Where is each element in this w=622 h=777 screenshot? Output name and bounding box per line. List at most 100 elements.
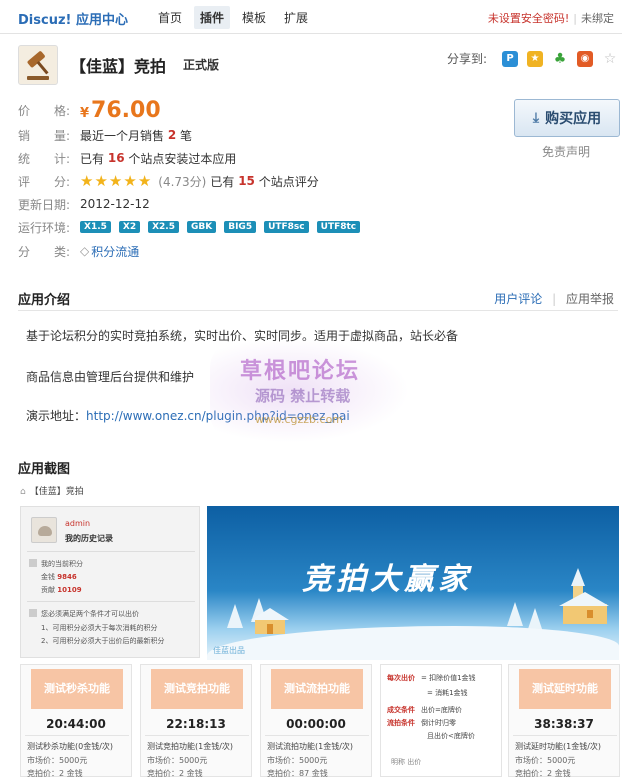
rating-row: 评分: ★ ★ ★ ★ ★ (4.73分) 已有 15 个站点评分 — [18, 171, 319, 190]
watermark: 草根吧论坛 源码 禁止转载 www.cgzzb.com — [200, 333, 415, 443]
auction-card: 测试流拍功能 00:00:00 测试流拍功能(1金钱/次) 市场价：5000元 … — [260, 664, 372, 777]
demo-link[interactable]: http://www.onez.cn/plugin.php?id=onez_pa… — [86, 409, 350, 423]
watermark-text: 源码 禁止转载 — [255, 387, 351, 405]
top-navigation-bar: Discuz! 应用中心 首页 插件 模板 扩展 未设置安全密码! | 未绑定 — [0, 0, 622, 34]
rating-stars: ★ ★ ★ ★ ★ — [80, 171, 152, 190]
banner-title: 竞拍大赢家 — [302, 562, 472, 597]
demo-paragraph: 演示地址：http://www.onez.cn/plugin.php?id=on… — [26, 409, 350, 423]
tag-icon: ◇ — [80, 244, 90, 258]
star-icon: ★ — [137, 171, 152, 190]
intro-paragraph: 基于论坛积分的实时竞拍系统，实时出价、实时同步。适用于虚拟商品，站长必备 — [26, 329, 459, 343]
history-link: 我的历史记录 — [65, 534, 113, 543]
env-tag: X2 — [118, 221, 141, 233]
price-label: 价格: — [18, 103, 70, 118]
card-tag: 测试流拍功能 — [271, 669, 363, 709]
intro-title: 应用介绍 — [18, 293, 71, 308]
card-tag: 测试竞拍功能 — [151, 669, 243, 709]
updated-label: 更新日期: — [18, 197, 71, 212]
stats-row: 统计: 已有 16 个站点安装过本应用 — [18, 151, 237, 166]
sales-label: 销量: — [18, 128, 70, 143]
security-password-link[interactable]: 未设置安全密码! — [488, 12, 569, 25]
church-icon — [559, 568, 609, 624]
user-panel: admin 我的历史记录 我的当前积分 金钱 9846 贡献 10109 您必须… — [20, 506, 200, 658]
user-reviews-link[interactable]: 用户评论 — [494, 292, 542, 306]
auction-card: 测试延时功能 38:38:37 测试延时功能(1金钱/次) 市场价：5000元 … — [508, 664, 620, 777]
divider — [27, 551, 195, 552]
separator: | — [573, 12, 577, 25]
divider — [145, 735, 249, 736]
divider — [27, 601, 195, 602]
auction-cards: 测试秒杀功能 20:44:00 测试秒杀功能(0金钱/次) 市场价：5000元 … — [20, 664, 620, 777]
disclaimer-link[interactable]: 免责声明 — [542, 143, 590, 160]
buy-app-button[interactable]: ⤓ 购买应用 — [514, 99, 620, 137]
sales-count: 2 — [167, 128, 177, 142]
category-label: 分类: — [18, 244, 70, 259]
nav-home[interactable]: 首页 — [152, 6, 188, 29]
share-label: 分享到: — [446, 52, 487, 66]
divider — [25, 735, 129, 736]
auction-gavel-icon — [18, 45, 58, 85]
category-row: 分类: ◇ 积分流通 — [18, 241, 498, 261]
brand-logo[interactable]: Discuz! 应用中心 — [18, 9, 128, 28]
star-icon[interactable]: ☆ — [602, 50, 618, 67]
rules-panel: 每次出价 = 扣除价值1金钱 = 消耗1金钱 成交条件 出价=底牌价 流拍条件 倒计时… — [380, 664, 502, 777]
download-icon: ⤓ — [532, 110, 540, 126]
account-links: 未设置安全密码! | 未绑定 — [488, 10, 614, 26]
unbound-link[interactable]: 未绑定 — [581, 12, 614, 25]
rating-score: (4.73分) — [158, 174, 207, 189]
rating-label: 评分: — [18, 174, 70, 189]
env-tag: X1.5 — [80, 221, 111, 233]
auction-card: 测试秒杀功能 20:44:00 测试秒杀功能(0金钱/次) 市场价：5000元 … — [20, 664, 132, 777]
rating-count: 15 — [238, 174, 255, 188]
star-icon: ★ — [123, 171, 137, 190]
banner-caption: 佳蓝出品 — [213, 646, 245, 655]
updated-row: 更新日期: 2012-12-12 — [18, 194, 498, 214]
info-icon — [29, 609, 37, 617]
star-bookmark-icon[interactable]: ★ — [527, 50, 543, 67]
stats-label: 统计: — [18, 151, 70, 166]
screenshot-title: 应用截图 — [18, 462, 71, 477]
watermark-background — [210, 338, 410, 443]
main-nav: 首页 插件 模板 扩展 — [152, 6, 320, 29]
avatar — [31, 517, 57, 543]
nav-templates[interactable]: 模板 — [236, 6, 272, 29]
watermark-text: 草根吧论坛 — [240, 359, 361, 384]
rss-icon[interactable]: ◉ — [577, 50, 593, 67]
install-count: 16 — [107, 151, 125, 165]
env-tag: X2.5 — [148, 221, 179, 233]
separator: | — [552, 292, 557, 306]
points-icon — [29, 559, 37, 567]
env-row: 运行环境: X1.5 X2 X2.5 GBK BIG5 UTF8sc UTF8t… — [18, 217, 498, 237]
auction-banner: 竞拍大赢家 佳蓝出品 — [207, 506, 619, 660]
countdown: 22:18:13 — [166, 717, 226, 731]
tree-shape — [507, 602, 523, 626]
clover-icon[interactable]: ♣ — [552, 50, 568, 67]
intro-links: 用户评论 | 应用举报 — [494, 290, 614, 307]
auction-card: 测试竞拍功能 22:18:13 测试竞拍功能(1金钱/次) 市场价：5000元 … — [140, 664, 252, 777]
countdown: 00:00:00 — [286, 717, 346, 731]
env-label: 运行环境: — [18, 220, 71, 235]
breadcrumb: ⌂ 【佳蓝】竞拍 — [20, 487, 84, 497]
star-icon: ★ — [94, 171, 108, 190]
updated-date: 2012-12-12 — [80, 197, 150, 211]
app-title: 【佳蓝】竞拍 — [70, 57, 167, 76]
qzone-icon[interactable]: P — [502, 50, 518, 67]
card-tag: 测试秒杀功能 — [31, 669, 123, 709]
report-link[interactable]: 应用举报 — [566, 292, 614, 306]
env-tag: UTF8tc — [316, 221, 361, 233]
sales-row: 销量: 最近一个月销售 2 笔 — [18, 128, 193, 143]
intro-paragraph: 商品信息由管理后台提供和维护 — [26, 370, 195, 384]
nav-extensions[interactable]: 扩展 — [278, 6, 314, 29]
username: admin — [65, 519, 91, 528]
divider — [513, 735, 617, 736]
category-link[interactable]: 积分流通 — [91, 243, 139, 260]
nav-plugins[interactable]: 插件 — [194, 6, 231, 29]
star-icon: ★ — [80, 171, 94, 190]
app-screenshot: ⌂ 【佳蓝】竞拍 admin 我的历史记录 我的当前积分 金钱 9846 贡献 1… — [18, 482, 620, 777]
card-tag: 测试延时功能 — [519, 669, 611, 709]
app-header: 【佳蓝】竞拍 正式版 分享到: P ★ ♣ ◉ ☆ — [18, 45, 618, 89]
env-tag: UTF8sc — [264, 221, 309, 233]
price-row: 价格: ¥76.00 — [18, 97, 498, 123]
countdown: 38:38:37 — [534, 717, 594, 731]
price-value: ¥76.00 — [80, 97, 161, 123]
